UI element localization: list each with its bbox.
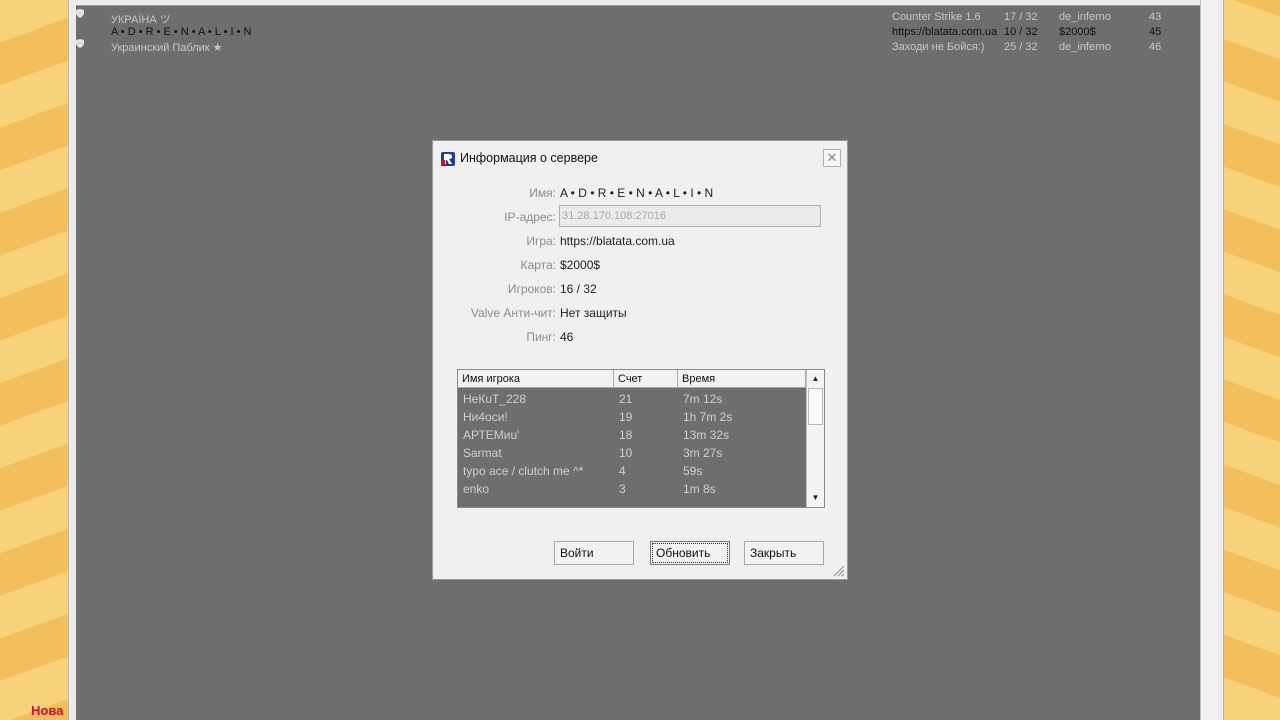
server-players: 10 / 32	[1004, 26, 1038, 38]
background-left	[0, 0, 68, 720]
server-game: https://blatata.com.ua	[892, 26, 998, 38]
server-row[interactable]: УКРАЇНА ツ Counter Strike 1.6 17 / 32 de_…	[76, 9, 1200, 26]
ping-value: 46	[560, 330, 574, 344]
refresh-button[interactable]: Обновить	[650, 541, 730, 565]
server-row-selected[interactable]: A • D • R • E • N • A • L • I • N https:…	[76, 24, 1200, 39]
player-name: enko	[463, 482, 490, 496]
server-info-dialog: Информация о сервере ✕ Имя: A • D • R • …	[432, 140, 848, 580]
server-map: de_inferno	[1059, 11, 1111, 23]
server-game: Counter Strike 1.6	[892, 11, 981, 23]
player-time: 7m 12s	[683, 392, 723, 406]
join-button[interactable]: Войти	[554, 541, 634, 565]
players-scrollbar[interactable]: ▲ ▼	[806, 370, 824, 507]
server-ping: 43	[1149, 11, 1162, 23]
player-score: 21	[619, 392, 633, 406]
player-row[interactable]: Ни4оси! 19 1h 7m 2s	[458, 408, 806, 426]
server-ping: 46	[1149, 41, 1162, 53]
player-time: 1h 7m 2s	[683, 410, 733, 424]
server-ping: 45	[1149, 26, 1162, 38]
column-header-player-name[interactable]: Имя игрока	[458, 370, 614, 388]
player-row[interactable]: typo ace / clutch me ^* 4 59s	[458, 462, 806, 480]
app-logo-icon	[441, 152, 455, 166]
column-header-score[interactable]: Счет	[614, 370, 678, 388]
player-time: 59s	[683, 464, 703, 478]
player-score: 4	[619, 464, 626, 478]
player-time: 1m 8s	[683, 482, 716, 496]
server-name: A • D • R • E • N • A • L • I • N	[111, 26, 252, 38]
server-row[interactable]: Украинский Паблик ★ Заходи не Бойся:) 25…	[76, 39, 1200, 54]
ip-field[interactable]: 31.28.170.108:27016	[559, 205, 821, 227]
map-value: $2000$	[560, 258, 601, 272]
player-time: 3m 27s	[683, 446, 723, 460]
player-name: Sarmat	[463, 446, 502, 460]
server-game: Заходи не Бойся:)	[892, 41, 985, 53]
player-row[interactable]: Sarmat 10 3m 27s	[458, 444, 806, 462]
player-name: typo ace / clutch me ^*	[463, 464, 584, 478]
player-score: 10	[619, 446, 633, 460]
player-score: 18	[619, 428, 633, 442]
dialog-title: Информация о сервере	[460, 151, 598, 165]
player-row[interactable]: enko 3 1m 8s	[458, 480, 806, 498]
player-score: 19	[619, 410, 633, 424]
player-time: 13m 32s	[683, 428, 730, 442]
column-header-time[interactable]: Время	[678, 370, 806, 388]
server-players: 25 / 32	[1004, 41, 1038, 53]
players-table: Имя игрока Счет Время НеКuТ_228 21 7m 12…	[457, 369, 825, 508]
server-players: 17 / 32	[1004, 11, 1038, 23]
vac-value: Нет защиты	[560, 306, 627, 320]
server-map: $2000$	[1059, 26, 1096, 38]
server-map: de_inferno	[1059, 41, 1111, 53]
vac-shield-icon	[76, 39, 84, 48]
scroll-thumb[interactable]	[808, 388, 823, 425]
game-value: https://blatata.com.ua	[560, 234, 675, 248]
players-value: 16 / 32	[560, 282, 597, 296]
name-label: Имя:	[529, 186, 556, 200]
background-right	[1224, 0, 1280, 720]
ping-label: Пинг:	[526, 330, 556, 344]
brand-label: Нова	[31, 703, 64, 718]
ip-label: IP-адрес:	[504, 210, 556, 224]
resize-grip-icon[interactable]	[831, 563, 845, 577]
server-name: Украинский Паблик ★	[111, 42, 223, 54]
player-name: НеКuТ_228	[463, 392, 527, 406]
player-row[interactable]: НеКuТ_228 21 7m 12s	[458, 390, 806, 408]
scroll-up-arrow-icon[interactable]: ▲	[807, 370, 824, 387]
name-value: A • D • R • E • N • A • L • I • N	[560, 186, 714, 200]
server-list-scrollbar[interactable]	[1200, 0, 1218, 720]
player-name: Ни4оси!	[463, 410, 508, 424]
game-label: Игра:	[526, 234, 556, 248]
vac-label: Valve Анти-чит:	[470, 306, 556, 320]
players-label: Игроков:	[507, 282, 556, 296]
player-score: 3	[619, 482, 626, 496]
close-icon[interactable]: ✕	[823, 149, 841, 167]
map-label: Карта:	[520, 258, 556, 272]
scroll-down-arrow-icon[interactable]: ▼	[807, 489, 824, 506]
close-button[interactable]: Закрыть	[744, 541, 824, 565]
player-row[interactable]: АРТЕМиu' 18 13m 32s	[458, 426, 806, 444]
server-list-header	[76, 0, 1200, 6]
vac-shield-icon	[76, 9, 84, 18]
player-name: АРТЕМиu'	[463, 428, 520, 442]
